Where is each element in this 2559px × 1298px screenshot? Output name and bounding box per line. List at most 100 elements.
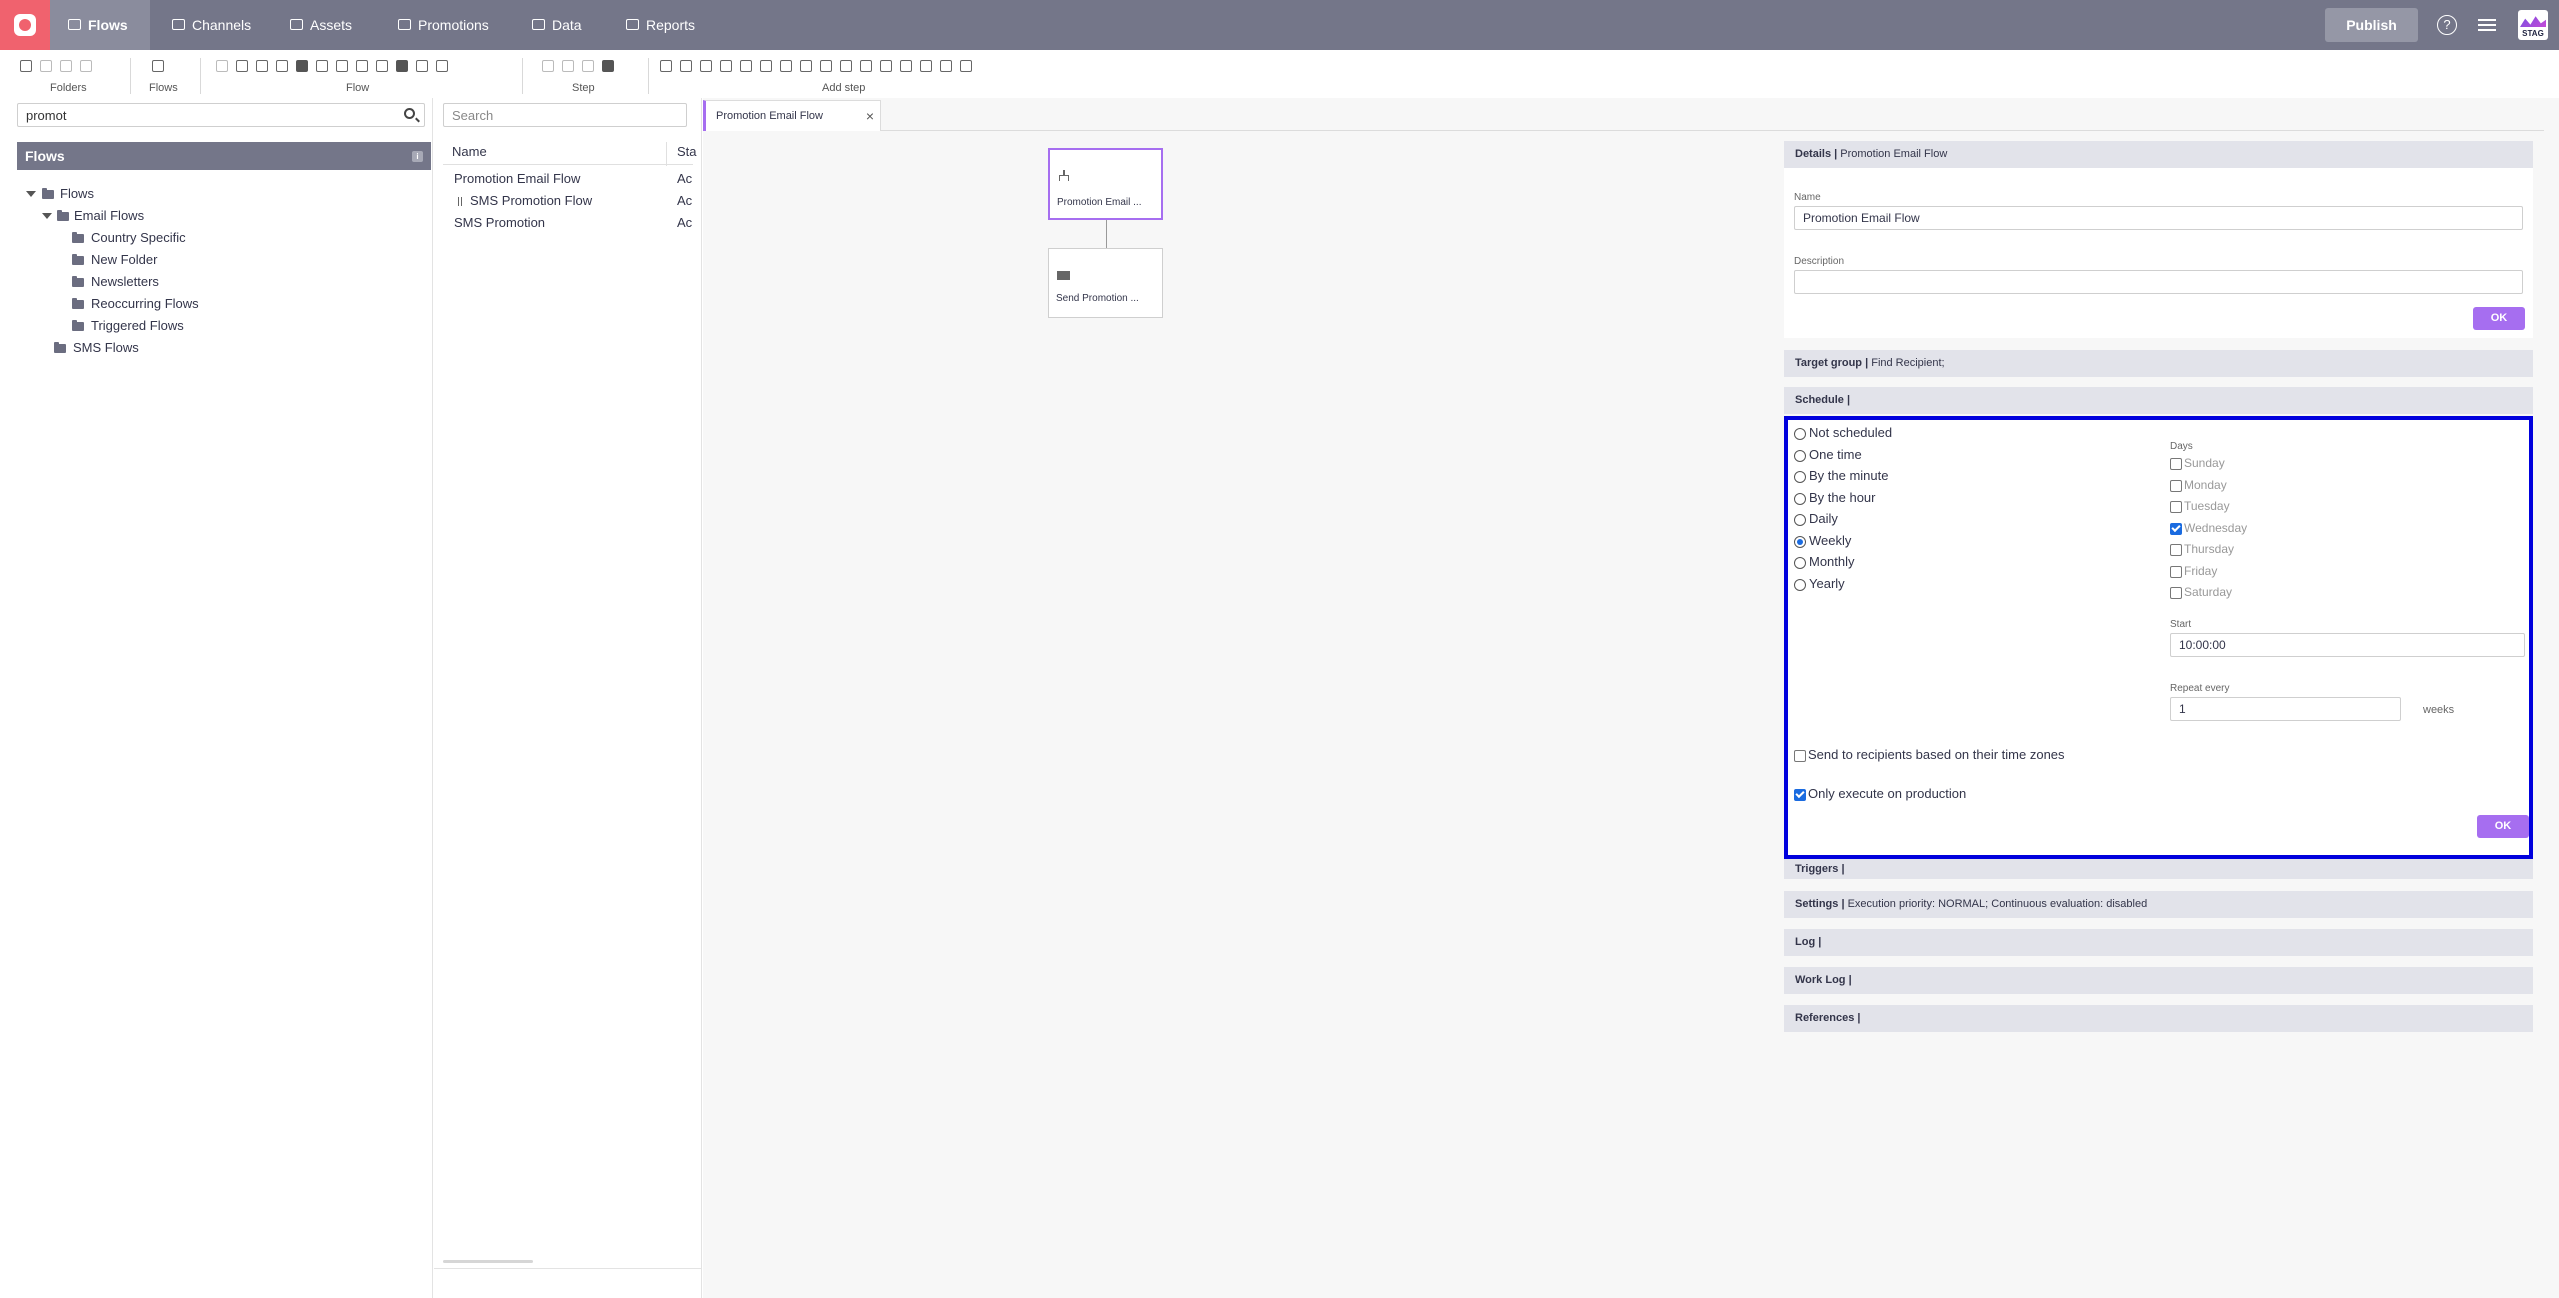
add-split-icon[interactable] xyxy=(800,60,812,72)
checkbox-tuesday[interactable]: Tuesday xyxy=(2170,497,2230,515)
start-time-field[interactable] xyxy=(2170,633,2525,657)
star-icon[interactable] xyxy=(316,60,328,72)
section-header-triggers[interactable]: Triggers | xyxy=(1784,859,2533,879)
nav-promotions[interactable]: Promotions xyxy=(380,0,510,50)
tree-item-new-folder[interactable]: New Folder xyxy=(72,249,157,271)
tree-item-country-specific[interactable]: Country Specific xyxy=(72,227,186,249)
add-webhook-icon[interactable] xyxy=(720,60,732,72)
validate-icon[interactable] xyxy=(376,60,388,72)
add-sms-icon[interactable] xyxy=(680,60,692,72)
radio-daily[interactable]: Daily xyxy=(1794,510,1838,528)
radio-monthly[interactable]: Monthly xyxy=(1794,553,1855,571)
section-header-settings[interactable]: Settings | Execution priority: NORMAL; C… xyxy=(1784,891,2533,918)
radio-by-the-minute[interactable]: By the minute xyxy=(1794,467,1889,485)
flow-step-node[interactable]: Send Promotion ... xyxy=(1048,248,1163,318)
details-ok-button[interactable]: OK xyxy=(2473,307,2525,330)
app-logo[interactable] xyxy=(0,0,50,50)
schedule-icon[interactable] xyxy=(356,60,368,72)
nav-data[interactable]: Data xyxy=(514,0,600,50)
test-icon[interactable] xyxy=(436,60,448,72)
add-merge-icon[interactable] xyxy=(900,60,912,72)
checkbox-wednesday[interactable]: Wednesday xyxy=(2170,519,2247,537)
move-icon[interactable] xyxy=(276,60,288,72)
description-field[interactable] xyxy=(1794,270,2523,294)
repeat-every-field[interactable] xyxy=(2170,697,2401,721)
search-icon[interactable] xyxy=(404,108,415,119)
schedule-ok-button[interactable]: OK xyxy=(2477,815,2529,838)
tree-item-reoccurring-flows[interactable]: Reoccurring Flows xyxy=(72,293,199,315)
caret-down-icon[interactable] xyxy=(42,213,52,219)
nav-assets[interactable]: Assets xyxy=(272,0,372,50)
section-header-work-log[interactable]: Work Log | xyxy=(1784,967,2533,994)
nav-flows[interactable]: Flows xyxy=(50,0,150,50)
add-push-icon[interactable] xyxy=(700,60,712,72)
checkbox-sunday[interactable]: Sunday xyxy=(2170,454,2225,472)
search-flow-icon[interactable] xyxy=(416,60,428,72)
save-icon[interactable] xyxy=(216,60,228,72)
close-icon[interactable]: × xyxy=(866,101,874,131)
checkbox-monday[interactable]: Monday xyxy=(2170,476,2227,494)
activate-icon[interactable] xyxy=(296,60,308,72)
checkbox-timezones[interactable]: Send to recipients based on their time z… xyxy=(1794,746,2065,764)
run-icon[interactable] xyxy=(336,60,348,72)
list-item[interactable]: SMS Promotion Flow xyxy=(454,190,592,212)
radio-yearly[interactable]: Yearly xyxy=(1794,575,1845,593)
add-group-icon[interactable] xyxy=(760,60,772,72)
step-paste-icon[interactable] xyxy=(582,60,594,72)
name-field[interactable] xyxy=(1794,206,2523,230)
columns-icon[interactable] xyxy=(152,60,164,72)
section-header-schedule[interactable]: Schedule | xyxy=(1784,387,2533,414)
checkbox-friday[interactable]: Friday xyxy=(2170,562,2217,580)
radio-one-time[interactable]: One time xyxy=(1794,446,1862,464)
settings-sliders-icon[interactable] xyxy=(2478,16,2496,34)
edit-folder-icon[interactable] xyxy=(40,60,52,72)
column-header-name[interactable]: Name xyxy=(452,144,487,164)
copy-icon[interactable] xyxy=(236,60,248,72)
list-item[interactable]: SMS Promotion xyxy=(454,212,545,234)
step-toggle-icon[interactable] xyxy=(602,60,614,72)
tree-item-flows[interactable]: Flows xyxy=(26,183,94,205)
list-item[interactable]: Promotion Email Flow xyxy=(454,168,580,190)
info-icon[interactable]: i xyxy=(412,151,423,162)
add-filter-icon[interactable] xyxy=(780,60,792,72)
avatar[interactable]: STAG xyxy=(2518,10,2548,40)
checkbox-thursday[interactable]: Thursday xyxy=(2170,540,2234,558)
folder-search-input[interactable] xyxy=(17,103,425,127)
help-icon[interactable]: ? xyxy=(2437,15,2457,35)
checkbox-only-production[interactable]: Only execute on production xyxy=(1794,785,1966,803)
section-header-log[interactable]: Log | xyxy=(1784,929,2533,956)
caret-down-icon[interactable] xyxy=(26,191,36,197)
tab-promotion-email-flow[interactable]: Promotion Email Flow × xyxy=(703,100,881,131)
tree-item-newsletters[interactable]: Newsletters xyxy=(72,271,159,293)
new-folder-icon[interactable] xyxy=(20,60,32,72)
horizontal-scrollbar[interactable] xyxy=(443,1260,533,1263)
flow-step-node[interactable]: Promotion Email ... xyxy=(1048,148,1163,220)
radio-not-scheduled[interactable]: Not scheduled xyxy=(1794,424,1892,442)
favorite-folder-icon[interactable] xyxy=(80,60,92,72)
radio-weekly[interactable]: Weekly xyxy=(1794,532,1851,550)
add-tag-icon[interactable] xyxy=(880,60,892,72)
section-header-details[interactable]: Details | Promotion Email Flow xyxy=(1784,141,2533,168)
publish-button[interactable]: Publish xyxy=(2325,8,2418,42)
add-fork-icon[interactable] xyxy=(820,60,832,72)
step-copy-icon[interactable] xyxy=(562,60,574,72)
delete-icon[interactable] xyxy=(256,60,268,72)
tree-item-email-flows[interactable]: Email Flows xyxy=(42,205,144,227)
delete-folder-icon[interactable] xyxy=(60,60,72,72)
section-header-references[interactable]: References | xyxy=(1784,1005,2533,1032)
tree-item-triggered-flows[interactable]: Triggered Flows xyxy=(72,315,184,337)
column-header-status[interactable]: Sta xyxy=(677,144,697,164)
step-delete-icon[interactable] xyxy=(542,60,554,72)
checkbox-saturday[interactable]: Saturday xyxy=(2170,583,2232,601)
add-text-icon[interactable] xyxy=(940,60,952,72)
add-database-icon[interactable] xyxy=(840,60,852,72)
add-mobile-icon[interactable] xyxy=(740,60,752,72)
nav-reports[interactable]: Reports xyxy=(608,0,718,50)
add-wait-icon[interactable] xyxy=(960,60,972,72)
nav-channels[interactable]: Channels xyxy=(154,0,268,50)
tree-item-sms-flows[interactable]: SMS Flows xyxy=(54,337,139,359)
add-document-icon[interactable] xyxy=(860,60,872,72)
flow-search-input[interactable] xyxy=(443,103,687,127)
section-header-target-group[interactable]: Target group | Find Recipient; xyxy=(1784,350,2533,377)
edit-flow-icon[interactable] xyxy=(396,60,408,72)
